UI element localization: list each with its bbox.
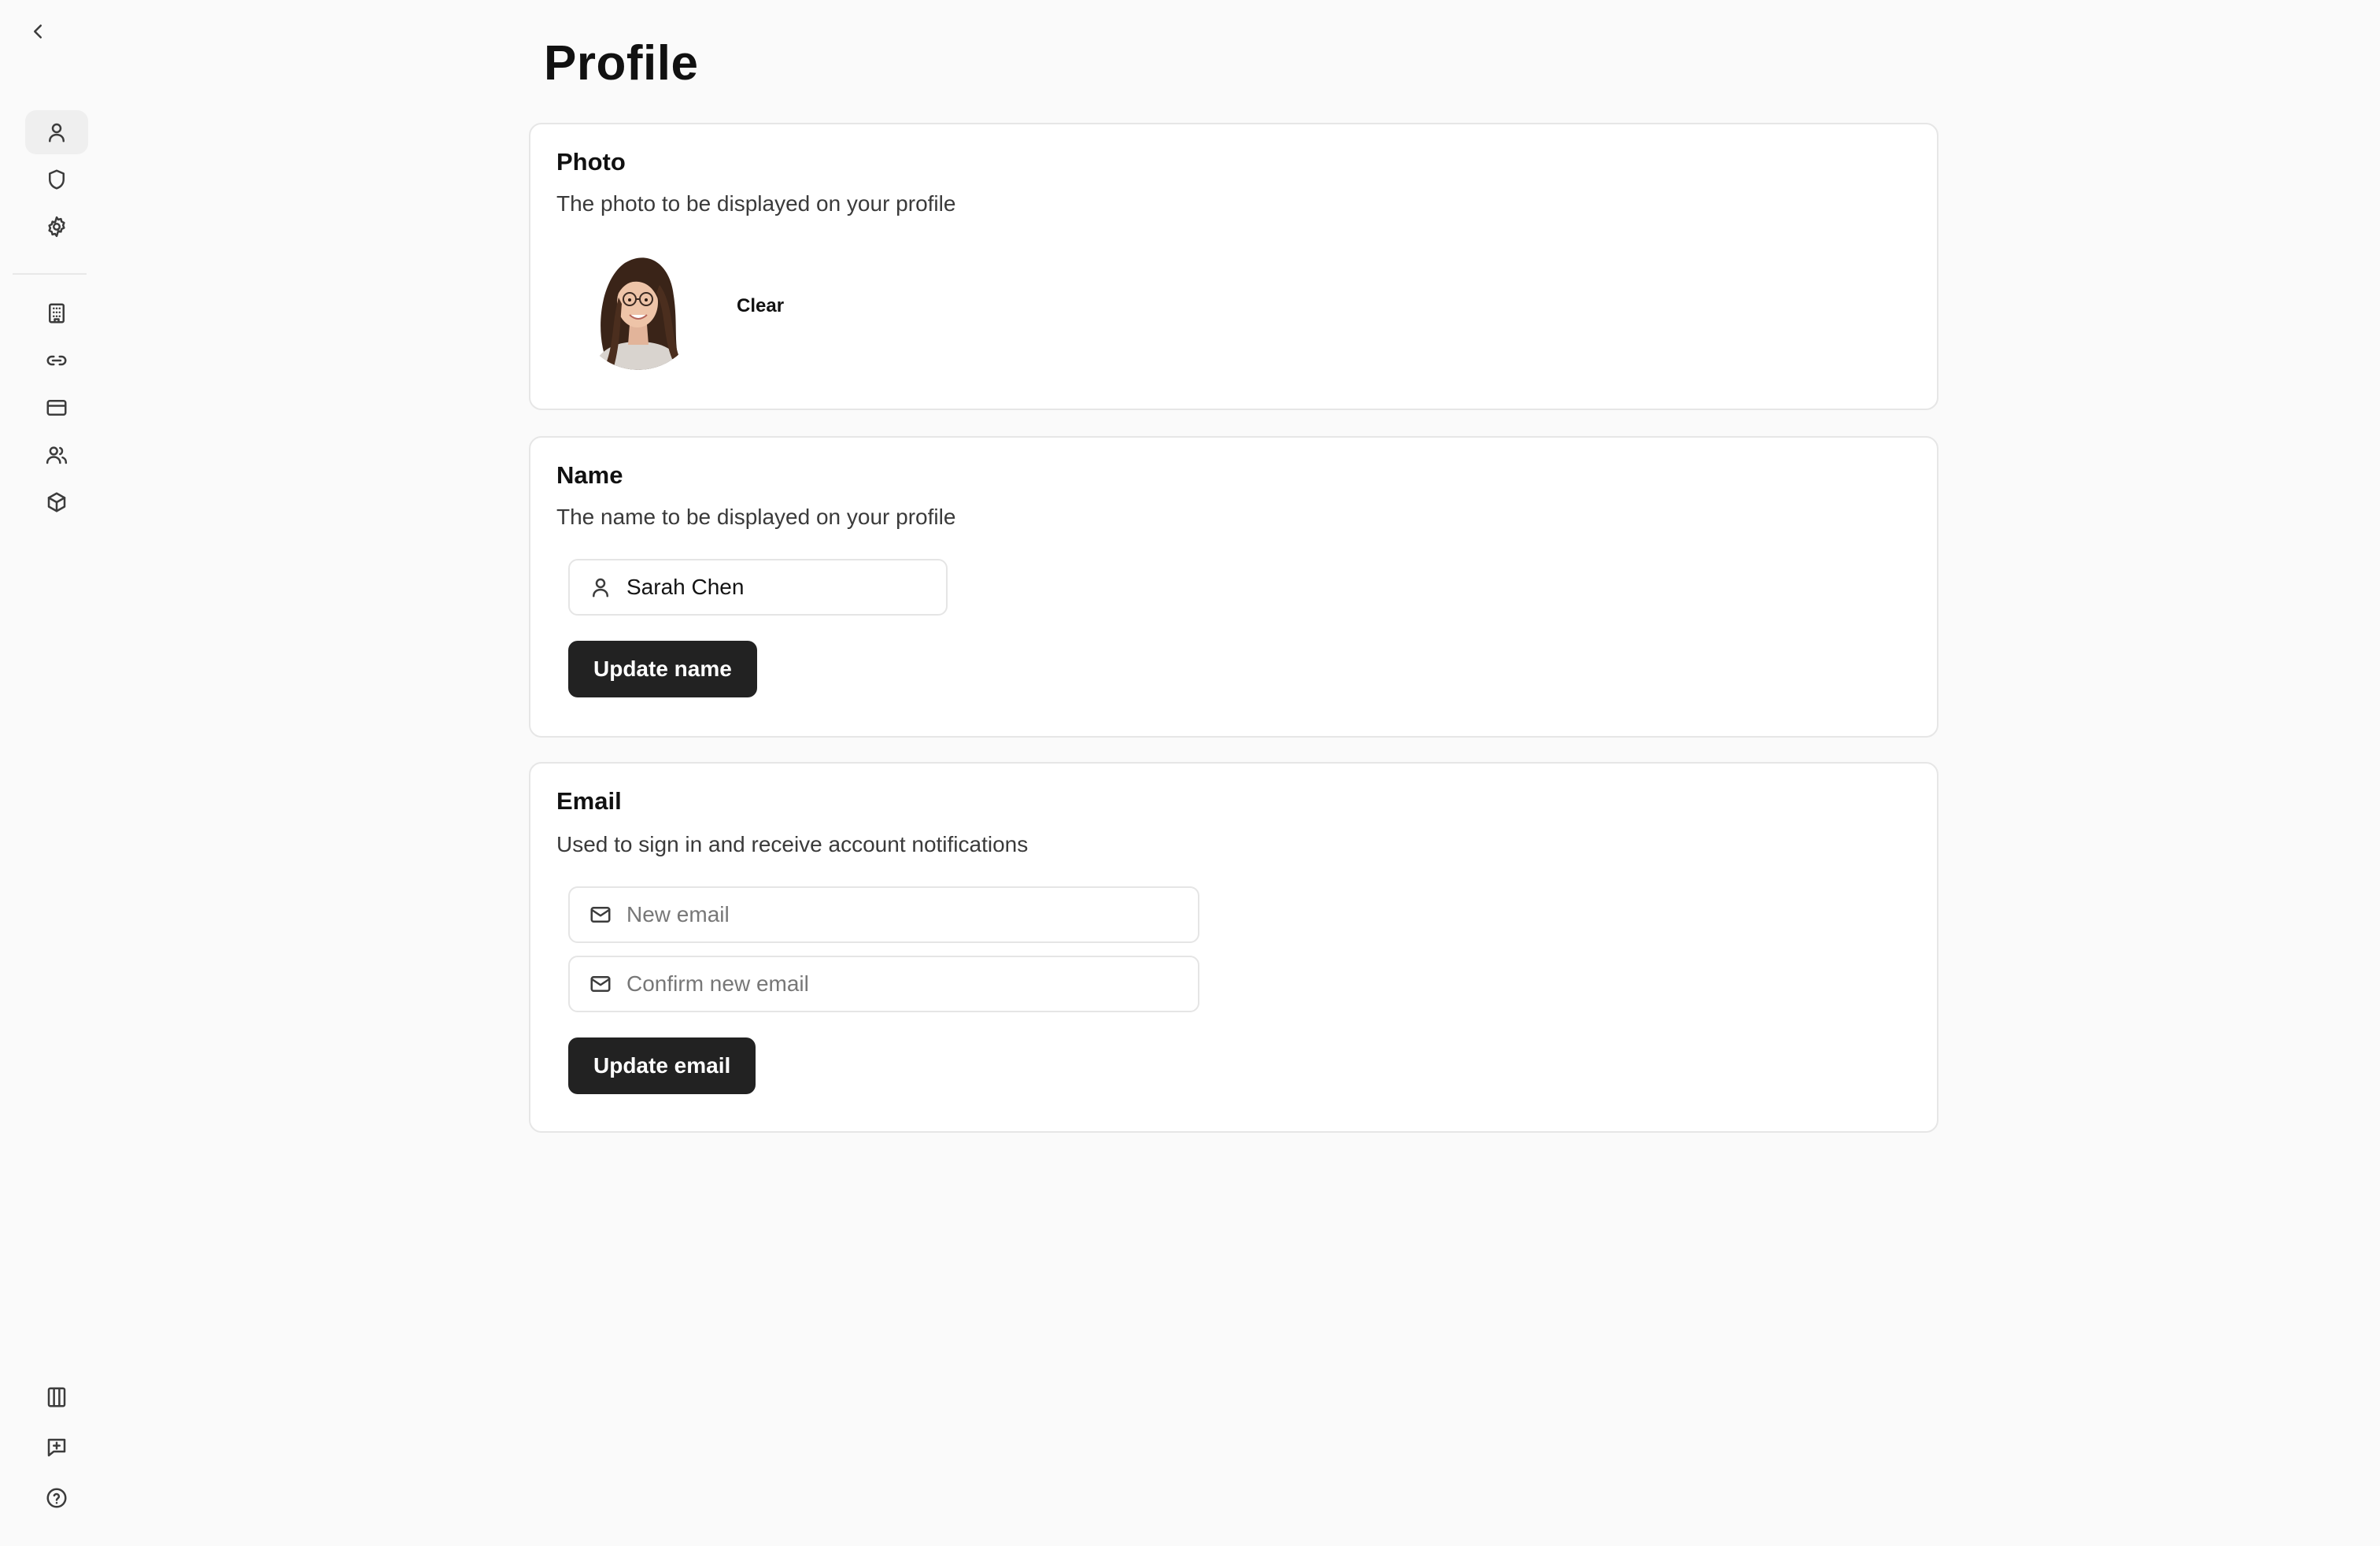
box-icon: [47, 492, 66, 512]
clear-photo-button[interactable]: Clear: [737, 294, 784, 319]
page-title: Profile: [544, 36, 699, 91]
sidebar-item-help[interactable]: [25, 1476, 88, 1520]
shield-icon: [49, 169, 65, 190]
message-plus-icon: [47, 1438, 66, 1457]
sidebar-item-security[interactable]: [25, 157, 88, 202]
photo-card-description: The photo to be displayed on your profil…: [556, 191, 956, 216]
building-icon: [49, 303, 65, 324]
name-card-description: The name to be displayed on your profile: [556, 505, 956, 529]
credit-card-icon: [46, 400, 67, 416]
name-input[interactable]: [626, 575, 946, 600]
sidebar-item-layout[interactable]: [25, 1375, 88, 1419]
email-card-description: Used to sign in and receive account noti…: [556, 832, 1029, 856]
update-email-button[interactable]: Update email: [568, 1037, 756, 1094]
avatar[interactable]: [578, 249, 699, 370]
gear-icon: [48, 216, 65, 238]
sidebar: [0, 0, 91, 1546]
link-icon: [46, 355, 67, 366]
sidebar-item-feedback[interactable]: [25, 1426, 88, 1470]
sidebar-item-profile[interactable]: [25, 110, 88, 154]
sidebar-divider: [13, 273, 87, 275]
columns-icon: [47, 1387, 66, 1407]
email-card-title: Email: [556, 787, 622, 815]
help-circle-icon: [46, 1488, 67, 1508]
sidebar-item-integrations[interactable]: [25, 480, 88, 524]
confirm-email-input[interactable]: [626, 971, 1198, 997]
sidebar-item-connections[interactable]: [25, 338, 88, 383]
user-icon: [589, 575, 612, 600]
photo-card-title: Photo: [556, 148, 626, 176]
sidebar-item-organization[interactable]: [25, 291, 88, 335]
mail-icon: [589, 902, 612, 927]
profile-photo: [578, 249, 699, 370]
sidebar-item-billing[interactable]: [25, 386, 88, 430]
mail-icon: [589, 971, 612, 997]
new-email-input[interactable]: [626, 902, 1198, 927]
user-icon: [49, 123, 65, 142]
photo-card: Photo The photo to be displayed on your …: [529, 123, 1938, 410]
name-card: Name The name to be displayed on your pr…: [529, 436, 1938, 738]
users-icon: [46, 446, 68, 464]
update-name-button[interactable]: Update name: [568, 641, 757, 697]
back-button[interactable]: [22, 16, 54, 47]
sidebar-item-members[interactable]: [25, 433, 88, 477]
email-card: Email Used to sign in and receive accoun…: [529, 762, 1938, 1133]
new-email-field[interactable]: [568, 886, 1199, 943]
sidebar-item-settings[interactable]: [25, 205, 88, 249]
name-field[interactable]: [568, 559, 948, 616]
confirm-email-field[interactable]: [568, 956, 1199, 1012]
chevron-left-icon: [34, 24, 42, 39]
name-card-title: Name: [556, 461, 623, 489]
